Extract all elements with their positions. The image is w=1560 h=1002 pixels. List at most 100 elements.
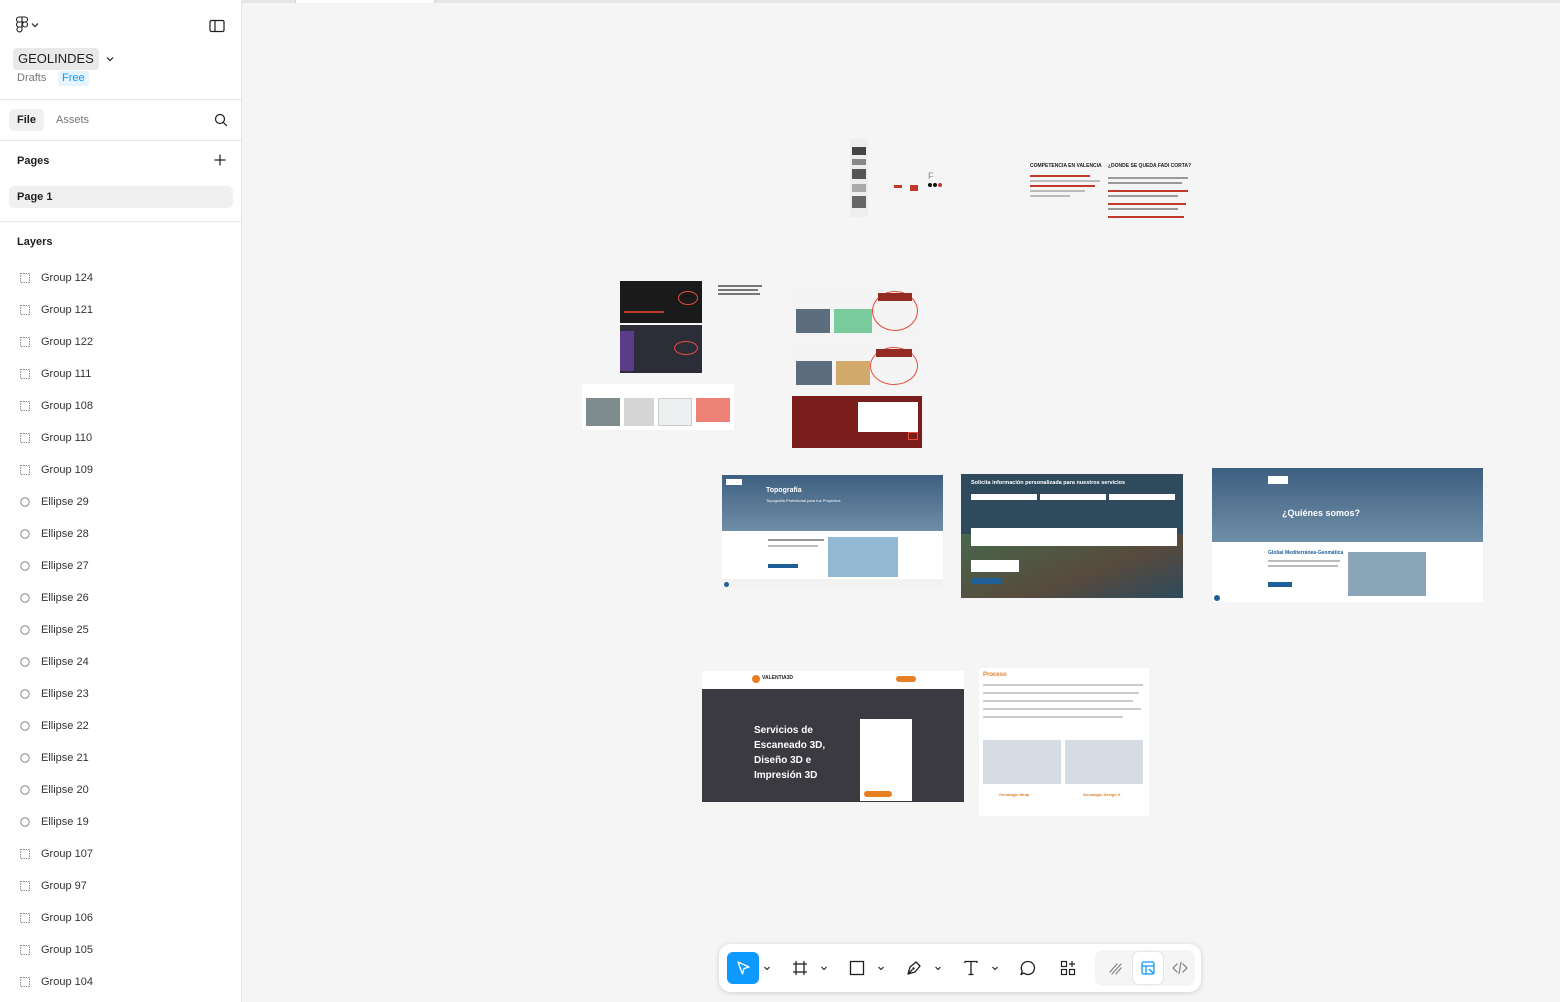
chevron-down-icon[interactable] [877, 964, 885, 972]
main-menu-button[interactable] [16, 16, 39, 34]
layer-label: Group 121 [41, 304, 93, 316]
code-icon [1172, 961, 1188, 975]
layer-label: Group 110 [41, 432, 93, 444]
frame-icon [20, 337, 30, 347]
layer-item[interactable]: Ellipse 24 [0, 646, 241, 678]
tab-file[interactable]: File [9, 109, 44, 131]
layer-item[interactable]: Ellipse 29 [0, 486, 241, 518]
actions-tool-button[interactable] [1052, 952, 1084, 984]
red-site-screenshot-1[interactable] [792, 287, 922, 337]
layer-item[interactable]: Ellipse 19 [0, 806, 241, 838]
layer-label: Group 122 [41, 336, 93, 348]
layer-item[interactable]: Group 106 [0, 902, 241, 934]
dark-screenshot-2[interactable] [620, 325, 702, 373]
rectangle-tool-button[interactable] [841, 952, 873, 984]
valentia3d-site-frame[interactable]: VALENTIA3D Servicios de Escaneado 3D, Di… [702, 671, 964, 802]
proceso-frame[interactable]: Proceso Geomagic Wrap Geomagic Design X [979, 668, 1149, 816]
chevron-down-icon[interactable] [934, 964, 942, 972]
red-site-screenshot-2[interactable] [792, 343, 922, 389]
dark-screenshot-1[interactable] [620, 281, 702, 323]
figma-logo-icon [16, 16, 28, 33]
layer-item[interactable]: Group 107 [0, 838, 241, 870]
solicita-form-frame[interactable]: Solicita información personalizada para … [961, 474, 1183, 598]
mobile-preview-frame[interactable] [850, 139, 868, 217]
red-site-contact-frame[interactable] [792, 396, 922, 448]
draw-mode-button[interactable] [1101, 952, 1131, 984]
layer-item[interactable]: Group 110 [0, 422, 241, 454]
file-location[interactable]: Drafts [17, 72, 46, 84]
valentia-hero-title: Servicios de Escaneado 3D, Diseño 3D e I… [754, 725, 826, 781]
layer-item[interactable]: Group 108 [0, 390, 241, 422]
pages-heading: Pages [17, 155, 50, 167]
layer-label: Group 104 [41, 976, 93, 988]
layer-label: Ellipse 28 [41, 528, 89, 540]
sidebar-tabs: File Assets [0, 100, 241, 141]
layer-item[interactable]: Ellipse 20 [0, 774, 241, 806]
proyectos-destacados-frame[interactable] [582, 384, 734, 430]
frame-icon [20, 369, 30, 379]
layer-label: Ellipse 29 [41, 496, 89, 508]
layer-item[interactable]: Group 105 [0, 934, 241, 966]
file-name[interactable]: GEOLINDES [13, 48, 99, 70]
layer-item[interactable]: Ellipse 27 [0, 550, 241, 582]
layer-item[interactable]: Ellipse 22 [0, 710, 241, 742]
pen-tool-button[interactable] [898, 952, 930, 984]
chevron-down-icon[interactable] [104, 54, 116, 64]
layer-item[interactable]: Group 97 [0, 870, 241, 902]
layer-label: Ellipse 27 [41, 560, 89, 572]
ellipse-icon [20, 721, 30, 731]
frame-icon [793, 961, 807, 975]
design-canvas[interactable]: F COMPETENCIA EN VALENCIA ¿DONDE SE QUED… [242, 3, 1560, 1002]
tab-assets[interactable]: Assets [48, 109, 97, 131]
layer-item[interactable]: Group 109 [0, 454, 241, 486]
ellipse-icon [20, 753, 30, 763]
layer-label: Ellipse 24 [41, 656, 89, 668]
dev-mode-button[interactable] [1165, 952, 1195, 984]
bottom-toolbar [719, 944, 1201, 992]
plus-icon[interactable] [214, 154, 226, 166]
valentia-brand: VALENTIA3D [762, 675, 794, 681]
design-mode-button[interactable] [1133, 952, 1163, 984]
layer-item[interactable]: Group 122 [0, 326, 241, 358]
chevron-down-icon[interactable] [991, 964, 999, 972]
comment-tool-button[interactable] [1012, 952, 1044, 984]
layer-label: Group 124 [41, 272, 93, 284]
ellipse-icon [20, 817, 30, 827]
plan-badge[interactable]: Free [58, 71, 89, 86]
comment-icon [1020, 960, 1036, 976]
layer-item[interactable]: Ellipse 26 [0, 582, 241, 614]
sidebar-header: GEOLINDES Drafts Free [0, 0, 241, 100]
figma-app: GEOLINDES Drafts Free File Assets Pages … [0, 0, 1560, 1002]
layer-item[interactable]: Group 111 [0, 358, 241, 390]
frame-icon [20, 849, 30, 859]
frame-tool-button[interactable] [784, 952, 816, 984]
search-icon[interactable] [214, 113, 228, 127]
text-tool-button[interactable] [955, 952, 987, 984]
rectangle-icon [849, 960, 865, 976]
color-swatches[interactable]: F [894, 171, 946, 195]
competencia-notes[interactable]: COMPETENCIA EN VALENCIA [1030, 163, 1114, 225]
note-text[interactable] [718, 283, 764, 299]
topografia-site-frame[interactable]: Topografía Topografía Profesional para t… [722, 475, 943, 589]
layer-item[interactable]: Ellipse 28 [0, 518, 241, 550]
page-item[interactable]: Page 1 [9, 186, 233, 208]
layer-item[interactable]: Group 121 [0, 294, 241, 326]
layer-item[interactable]: Ellipse 23 [0, 678, 241, 710]
quienes-somos-frame[interactable]: ¿Quiénes somos? Global Mediterránea-Geom… [1212, 468, 1483, 602]
layer-item[interactable]: Ellipse 21 [0, 742, 241, 774]
layer-item[interactable]: Ellipse 25 [0, 614, 241, 646]
sidebar-toggle-icon[interactable] [209, 19, 225, 33]
layers-heading: Layers [17, 236, 53, 248]
layer-item[interactable]: Group 124 [0, 262, 241, 294]
move-tool-button[interactable] [727, 952, 759, 984]
layer-label: Group 108 [41, 400, 93, 412]
layer-item[interactable]: Group 104 [0, 966, 241, 998]
chevron-down-icon [31, 23, 39, 28]
ellipse-icon [20, 497, 30, 507]
ellipse-icon [20, 593, 30, 603]
chevron-down-icon[interactable] [820, 964, 828, 972]
layer-label: Ellipse 26 [41, 592, 89, 604]
donde-notes[interactable]: ¿DONDE SE QUEDA FADI CORTA? [1108, 163, 1194, 229]
chevron-down-icon[interactable] [763, 964, 771, 972]
draw-icon [1109, 963, 1122, 975]
